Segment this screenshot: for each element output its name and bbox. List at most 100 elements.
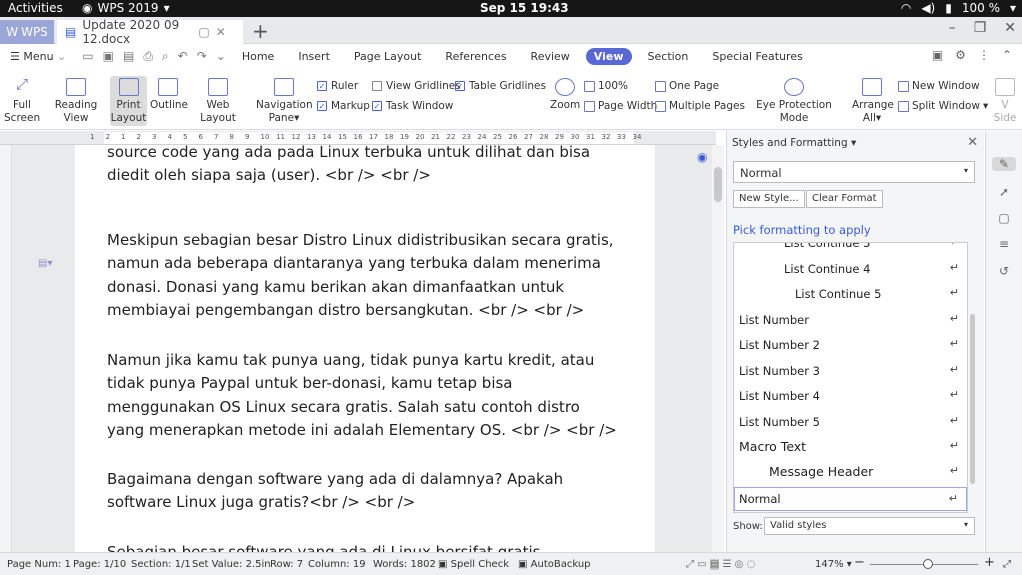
clear-format-button[interactable]: Clear Format: [806, 190, 883, 208]
tab-home[interactable]: Home: [234, 48, 282, 65]
multiple-pages-button[interactable]: Multiple Pages: [655, 100, 745, 112]
chevron-down-icon[interactable]: ⌄: [216, 49, 226, 64]
status-page-num[interactable]: Page Num: 1: [7, 559, 71, 570]
navigation-pane-button[interactable]: Navigation Pane▾: [256, 78, 313, 125]
list-item[interactable]: List Continue 5 ↵: [734, 282, 967, 307]
location-pin-icon[interactable]: ◉: [697, 150, 707, 164]
list-item-selected[interactable]: Normal ↵: [734, 487, 967, 511]
paragraph[interactable]: Meskipun sebagian besar Distro Linux did…: [107, 229, 637, 322]
page-width-button[interactable]: Page Width: [584, 100, 657, 112]
list-item[interactable]: List Number 4 ↵: [734, 384, 967, 409]
current-style-dropdown[interactable]: Normal ▾: [733, 161, 975, 183]
scrollbar-thumb[interactable]: [714, 167, 722, 202]
close-icon[interactable]: ✕: [967, 135, 978, 150]
fullscreen-mode-icon[interactable]: ⤢: [686, 559, 694, 570]
minimize-icon[interactable]: –: [949, 20, 956, 36]
list-item[interactable]: Message Header ↵: [734, 460, 967, 485]
pane-title[interactable]: Styles and Formatting ▾: [732, 137, 856, 149]
paragraph[interactable]: Sebagian besar software yang ada di Linu…: [107, 541, 637, 552]
open-icon[interactable]: ▭: [82, 49, 93, 64]
gear-icon[interactable]: ⚙: [955, 48, 966, 62]
main-menu-button[interactable]: ☰ Menu ⌄: [10, 50, 66, 63]
document-canvas[interactable]: source code yang ada pada Linux terbuka …: [12, 145, 712, 552]
status-set-value[interactable]: Set Value: 2.5in: [192, 559, 271, 570]
history-icon[interactable]: ↺: [997, 264, 1011, 278]
tab-special-features[interactable]: Special Features: [704, 48, 810, 65]
redo-icon[interactable]: ↷: [197, 49, 207, 64]
list-item[interactable]: List Continue 4 ↵: [734, 257, 967, 282]
tab-insert[interactable]: Insert: [290, 48, 338, 65]
spell-check-toggle[interactable]: ▣ Spell Check: [438, 559, 509, 570]
save-icon[interactable]: ▣: [103, 49, 114, 64]
one-page-button[interactable]: One Page: [655, 80, 719, 92]
ruler-checkbox[interactable]: ✓ Ruler: [317, 80, 358, 92]
status-words[interactable]: Words: 1802: [373, 559, 436, 570]
table-gridlines-checkbox[interactable]: ✓ Table Gridlines: [455, 80, 546, 92]
tab-references[interactable]: References: [437, 48, 514, 65]
outline-mode-icon[interactable]: ☰: [722, 559, 731, 570]
undo-icon[interactable]: ↶: [178, 49, 188, 64]
styles-list-scrollbar[interactable]: [969, 242, 976, 513]
tab-document[interactable]: ▤ Update 2020 09 12.docx ▢ ✕: [57, 18, 243, 46]
paragraph-menu-icon[interactable]: ▤▾: [38, 258, 52, 269]
print-layout-button[interactable]: Print Layout: [110, 76, 147, 126]
arrange-all-button[interactable]: Arrange All▾: [852, 78, 894, 125]
close-window-icon[interactable]: ✕: [1004, 20, 1016, 36]
web-mode-icon[interactable]: ◎: [735, 559, 744, 570]
new-window-button[interactable]: New Window: [898, 80, 980, 92]
zoom-level[interactable]: 147% ▾: [815, 559, 852, 570]
list-item[interactable]: List Number 2 ↵: [734, 333, 967, 358]
more-icon[interactable]: ⋮: [978, 48, 990, 62]
status-column[interactable]: Column: 19: [308, 559, 366, 570]
system-tray[interactable]: ◠ ◀) ▮ 100 % ▾: [901, 1, 1016, 15]
show-filter-dropdown[interactable]: Valid styles ▾: [764, 517, 975, 535]
status-section[interactable]: Section: 1/1: [131, 559, 191, 570]
full-screen-button[interactable]: ⤢ Full Screen: [4, 77, 40, 125]
view-gridlines-checkbox[interactable]: View Gridlines: [372, 80, 461, 92]
web-layout-button[interactable]: Web Layout: [190, 78, 246, 125]
vertical-scrollbar[interactable]: [712, 145, 724, 552]
tab-view[interactable]: View: [585, 47, 632, 65]
reading-view-button[interactable]: Reading View: [44, 78, 108, 125]
share-icon[interactable]: ▣: [932, 48, 943, 62]
clock[interactable]: Sep 15 19:43: [480, 1, 569, 15]
list-item[interactable]: List Continue 3 ↵: [734, 243, 967, 256]
eye-mode-icon[interactable]: ◌: [747, 559, 756, 570]
new-tab-button[interactable]: +: [252, 19, 269, 43]
collapse-ribbon-icon[interactable]: ⌃: [1002, 48, 1012, 62]
tab-restore-icon[interactable]: ▢: [198, 25, 209, 39]
list-item[interactable]: List Number 5 ↵: [734, 410, 967, 435]
close-icon[interactable]: ✕: [216, 25, 226, 39]
outline-button[interactable]: Outline: [150, 78, 188, 112]
sliders-icon[interactable]: ≡: [997, 237, 1011, 251]
task-window-checkbox[interactable]: ✓ Task Window: [372, 100, 453, 112]
print-icon[interactable]: ⎙: [143, 49, 153, 64]
zoom-slider-handle[interactable]: [923, 559, 933, 569]
split-window-button[interactable]: Split Window ▾: [898, 100, 988, 112]
fit-window-icon[interactable]: ⤢: [1003, 559, 1011, 570]
styles-list[interactable]: List Continue 3 ↵ List Continue 4 ↵ List C…: [733, 242, 968, 513]
new-style-button[interactable]: New Style...: [733, 190, 805, 208]
zoom-100-button[interactable]: 100%: [584, 80, 628, 92]
list-item[interactable]: List Number 3 ↵: [734, 359, 967, 384]
autobackup-toggle[interactable]: ▣ AutoBackup: [518, 559, 591, 570]
list-item[interactable]: Macro Text ↵: [734, 435, 967, 460]
list-item[interactable]: List Number ↵: [734, 308, 967, 333]
cursor-icon[interactable]: ➚: [997, 185, 1011, 199]
styles-pen-icon[interactable]: ✎: [992, 157, 1016, 171]
paragraph[interactable]: Namun jika kamu tak punya uang, tidak pu…: [107, 349, 637, 442]
zoom-out-icon[interactable]: −: [854, 555, 865, 570]
zoom-button[interactable]: Zoom: [550, 78, 580, 112]
eye-protection-button[interactable]: Eye Protection Mode: [748, 78, 840, 125]
zoom-in-icon[interactable]: +: [984, 555, 995, 570]
tab-section[interactable]: Section: [640, 48, 697, 65]
app-menu[interactable]: ◉ WPS 2019 ▾: [82, 1, 170, 15]
paragraph[interactable]: Bagaimana dengan software yang ada di da…: [107, 468, 637, 515]
paragraph[interactable]: source code yang ada pada Linux terbuka …: [107, 145, 637, 188]
scrollbar-thumb[interactable]: [970, 314, 975, 484]
horizontal-ruler[interactable]: 1 2 1 2 3 4 5 6 7 8 9 10 11 12 13 14 15 16 17 18 19 20 21 22 23 2…: [0, 131, 716, 145]
wps-home-tab[interactable]: W WPS: [0, 20, 54, 44]
print-layout-mode-icon[interactable]: ▤: [709, 559, 720, 570]
tab-review[interactable]: Review: [523, 48, 578, 65]
maximize-icon[interactable]: ❐: [974, 20, 987, 36]
